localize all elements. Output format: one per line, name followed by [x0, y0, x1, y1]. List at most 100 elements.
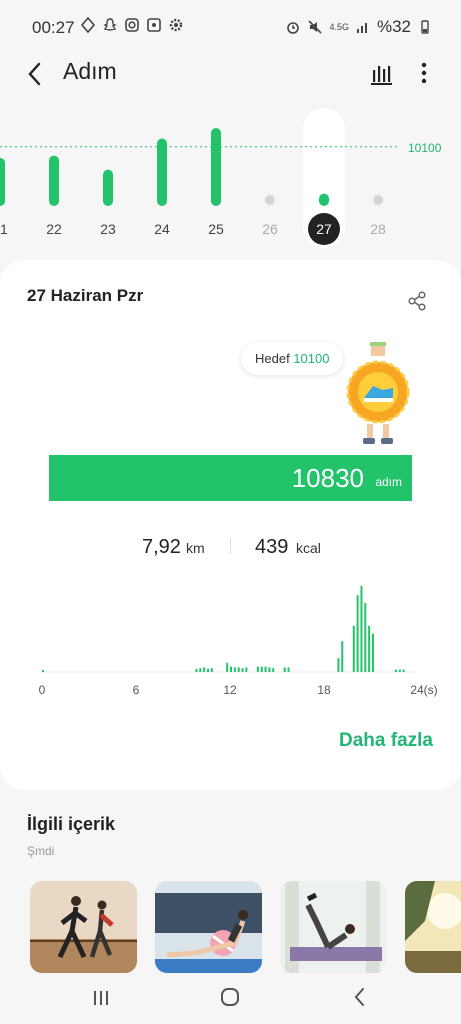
day-label-21[interactable]: 21 [0, 221, 8, 237]
hour-bar [206, 668, 209, 672]
back-nav-icon[interactable] [350, 986, 370, 1008]
day-bar-27[interactable] [319, 193, 329, 206]
clock: 00:27 [32, 18, 75, 37]
goal-label: Hedef [255, 351, 290, 366]
hour-bar [199, 668, 202, 672]
related-content-subtitle: Şmdi [27, 844, 55, 858]
home-icon[interactable] [219, 986, 241, 1008]
share-icon[interactable] [406, 290, 428, 312]
hour-bar [230, 666, 232, 672]
day-label-27[interactable]: 27 [316, 221, 332, 237]
hour-bar [245, 667, 248, 672]
app-icon [147, 18, 161, 32]
recent-apps-icon[interactable] [91, 988, 111, 1008]
step-progress-bar: 10830 adım [49, 455, 412, 501]
hour-bar [241, 668, 244, 672]
goal-line-label: 10100 [408, 141, 442, 155]
signal-icon [356, 23, 367, 33]
related-content-carousel[interactable] [30, 881, 461, 973]
related-thumbnail-situp[interactable] [280, 881, 387, 973]
notification-icons [80, 17, 184, 33]
day-bar-25[interactable] [211, 128, 221, 206]
navigation-icon [80, 17, 96, 33]
hour-bar [226, 662, 229, 672]
day-label-26[interactable]: 26 [262, 221, 278, 237]
hour-tick-label: 24(s) [410, 683, 437, 697]
battery-icon [421, 20, 429, 34]
hour-tick-label: 6 [133, 683, 140, 697]
selected-date: 27 Haziran Pzr [27, 286, 144, 305]
navigation-bar [0, 974, 461, 1024]
day-label-22[interactable]: 22 [46, 221, 62, 237]
day-label-23[interactable]: 23 [100, 221, 116, 237]
hour-bar [210, 668, 213, 672]
hour-bar [283, 667, 286, 672]
hour-bar [256, 666, 259, 672]
day-label-28[interactable]: 28 [370, 221, 386, 237]
running-image [30, 881, 137, 973]
related-thumbnail-exercise-ball[interactable] [155, 881, 262, 973]
hour-bar [360, 586, 363, 672]
hour-tick-label: 18 [317, 683, 331, 697]
day-bar-24[interactable] [157, 138, 167, 206]
hour-bar [203, 667, 206, 672]
day-empty-dot-26 [265, 195, 275, 205]
status-bar: 00:27 4.5G %32 [0, 0, 461, 54]
hour-bar [233, 667, 236, 672]
hour-bar [352, 625, 355, 672]
hour-tick-label: 0 [39, 683, 46, 697]
app-bar: Adım [0, 54, 461, 94]
day-label-24[interactable]: 24 [154, 221, 170, 237]
hour-bar [272, 668, 275, 672]
hour-bar [195, 668, 198, 672]
distance-unit: km [186, 540, 205, 556]
back-icon[interactable] [24, 60, 46, 88]
network-type: 4.5G [329, 22, 349, 32]
hour-bar [356, 595, 359, 672]
hour-bar [394, 669, 397, 672]
hour-bar [398, 669, 401, 672]
hour-bar [264, 666, 267, 672]
day-label-25[interactable]: 25 [208, 221, 224, 237]
situp-image [280, 881, 387, 973]
divider [230, 538, 231, 554]
nature-image [405, 881, 461, 973]
weekly-steps-chart[interactable]: 10100 21 22 23 24 25 26 27 28 [0, 100, 461, 250]
hour-bar [287, 667, 290, 672]
day-empty-dot-28 [373, 195, 383, 205]
settings-icon [169, 18, 183, 32]
related-thumbnail-running[interactable] [30, 881, 137, 973]
more-button[interactable]: Daha fazla [339, 730, 433, 752]
related-thumbnail-nature[interactable] [405, 881, 461, 973]
more-options-icon[interactable] [414, 60, 434, 86]
exercise-ball-image [155, 881, 262, 973]
goal-bubble: Hedef 10100 [241, 342, 344, 375]
step-count: 10830 [291, 463, 364, 493]
day-bar-21[interactable] [0, 157, 5, 206]
hour-bar [364, 602, 367, 672]
bar-chart-icon[interactable] [369, 62, 393, 86]
hour-tick-label: 12 [223, 683, 237, 697]
goal-value: 10100 [293, 351, 330, 366]
day-bar-22[interactable] [49, 155, 59, 206]
step-unit: adım [375, 475, 402, 489]
hour-bar [341, 641, 344, 672]
hour-bar [337, 658, 340, 672]
goal-achieved-mascot-icon [346, 342, 410, 444]
alarm-icon [287, 22, 300, 34]
stats-row: 7,92 km 439 kcal [0, 532, 461, 562]
system-icons: 4.5G %32 [285, 17, 433, 37]
mute-icon [308, 20, 323, 34]
hour-bar [368, 625, 371, 672]
day-bar-23[interactable] [103, 169, 113, 206]
page-title: Adım [63, 58, 117, 84]
related-content-title: İlgili içerik [27, 814, 116, 834]
battery-level: %32 [376, 17, 411, 36]
calories-value: 439 [255, 536, 289, 558]
hour-bar [371, 633, 374, 672]
day-summary-card: 27 Haziran Pzr Hedef 10100 10830 adım 7,… [0, 260, 461, 790]
instagram-icon [125, 18, 139, 32]
calories-unit: kcal [296, 540, 321, 556]
hourly-steps-chart: 0 6 12 18 24(s) [39, 586, 438, 697]
hour-bar [402, 669, 405, 672]
